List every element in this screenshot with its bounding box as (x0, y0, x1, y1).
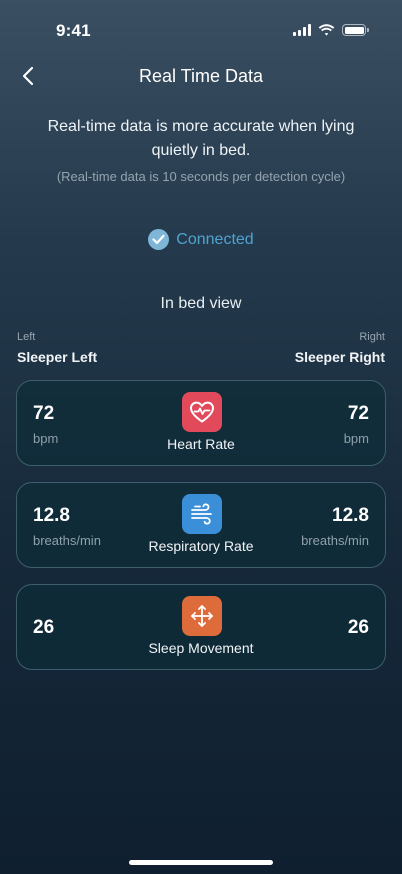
sleep-movement-label: Sleep Movement (148, 640, 254, 656)
nav-bar: Real Time Data (0, 56, 402, 96)
heart-rate-card: 72 bpm Heart Rate 72 bpm (16, 380, 386, 466)
wifi-icon (318, 24, 335, 36)
right-side-label: Right (359, 331, 385, 343)
connection-status: Connected (0, 229, 402, 250)
status-time: 9:41 (56, 21, 91, 40)
sleep-movement-right-value: 26 (347, 617, 369, 638)
heart-rate-right-unit: bpm (343, 431, 369, 446)
bed-view-title: In bed view (160, 295, 242, 312)
respiratory-rate-right-unit: breaths/min (301, 533, 369, 548)
heart-pulse-icon (182, 392, 222, 432)
heart-rate-label: Heart Rate (167, 436, 235, 452)
sleep-movement-card: 26 Sleep Movement 26 (16, 584, 386, 670)
connected-label: Connected (176, 230, 254, 248)
sleeper-left-name: Sleeper Left (17, 349, 98, 365)
respiratory-rate-card: 12.8 breaths/min Respiratory Rate 12.8 b… (16, 482, 386, 568)
cellular-signal-icon (293, 24, 311, 36)
sleeper-right-name: Sleeper Right (294, 349, 385, 365)
sleep-movement-left-value: 26 (33, 617, 55, 638)
status-bar: 9:41 (0, 0, 402, 54)
status-icons (293, 24, 369, 36)
info-text: Real-time data is more accurate when lyi… (47, 118, 355, 159)
wind-icon (182, 494, 222, 534)
heart-rate-left-value: 72 (33, 403, 55, 424)
heart-rate-right-value: 72 (347, 403, 369, 424)
check-circle-icon (148, 229, 170, 250)
home-indicator[interactable] (129, 860, 273, 865)
left-side-label: Left (17, 331, 36, 343)
battery-icon (342, 24, 369, 36)
respiratory-rate-right-value: 12.8 (332, 505, 369, 526)
info-subtext: (Real-time data is 10 seconds per detect… (56, 169, 346, 184)
move-arrows-icon (182, 596, 222, 636)
respiratory-rate-left-value: 12.8 (33, 505, 70, 526)
page-title: Real Time Data (138, 66, 264, 86)
